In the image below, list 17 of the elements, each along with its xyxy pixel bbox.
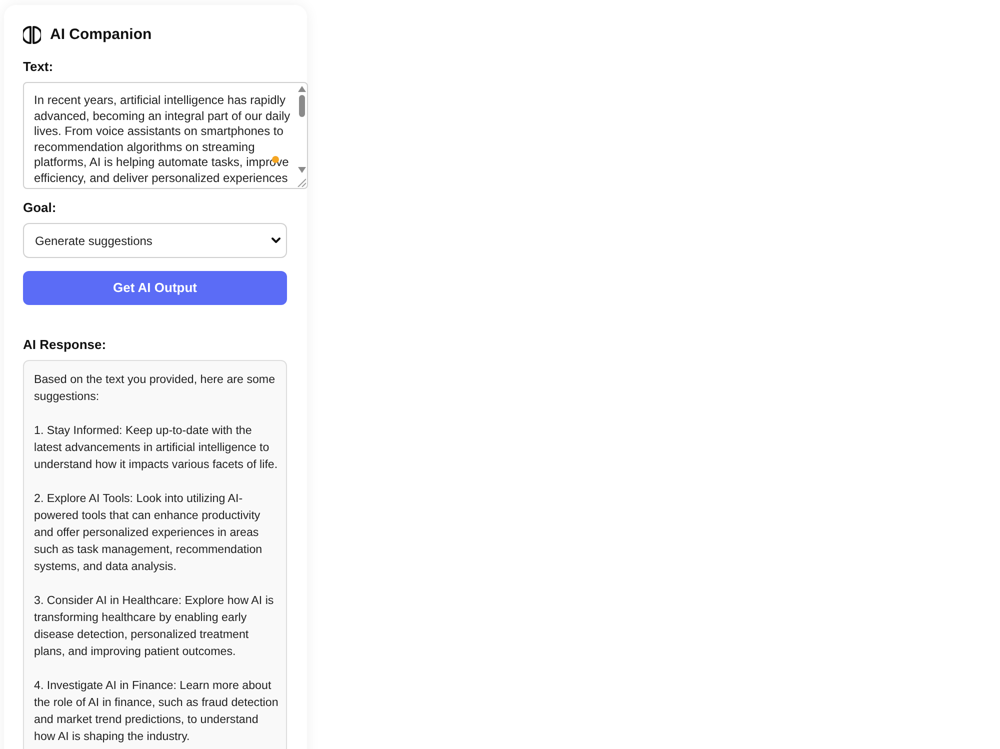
response-paragraph: 3. Consider AI in Healthcare: Explore how AI is transforming healthcare by enabling early disease detection, personalized treatment plans, and improving patient outcomes.: [34, 593, 275, 660]
text-label: Text:: [23, 59, 54, 75]
response-paragraph: 1. Stay Informed: Keep up-to-date with the latest advancements in artificial intelligence to understand how it impacts various facets of life.: [34, 423, 279, 473]
resize-grip-icon[interactable]: [297, 178, 306, 187]
chevron-down-icon: [271, 237, 281, 244]
scroll-up-arrow-icon[interactable]: [298, 86, 306, 92]
response-title: AI Response:: [23, 337, 106, 353]
scroll-down-arrow-icon[interactable]: [298, 167, 306, 173]
split-circle-icon: [23, 26, 41, 44]
get-output-button[interactable]: Get AI Output: [23, 271, 287, 305]
scrollbar-thumb[interactable]: [298, 95, 304, 117]
goal-label: Goal:: [23, 200, 56, 216]
response-paragraph: 2. Explore AI Tools: Look into utilizing AI-powered tools that can enhance productivity and offer personalized experiences in areas such as task management, recommendation systems, and data analysis.: [34, 491, 264, 575]
app-title: AI Companion: [50, 25, 152, 45]
goal-dropdown[interactable]: Generate suggestions: [23, 223, 287, 258]
response-paragraph: 4. Investigate AI in Finance: Learn more about the role of AI in finance, such as fraud detection and market trend predictions, to understand how AI is shaping the industry.: [34, 678, 279, 745]
response-paragraph: Based on the text you provided, here are some suggestions:: [34, 372, 276, 405]
